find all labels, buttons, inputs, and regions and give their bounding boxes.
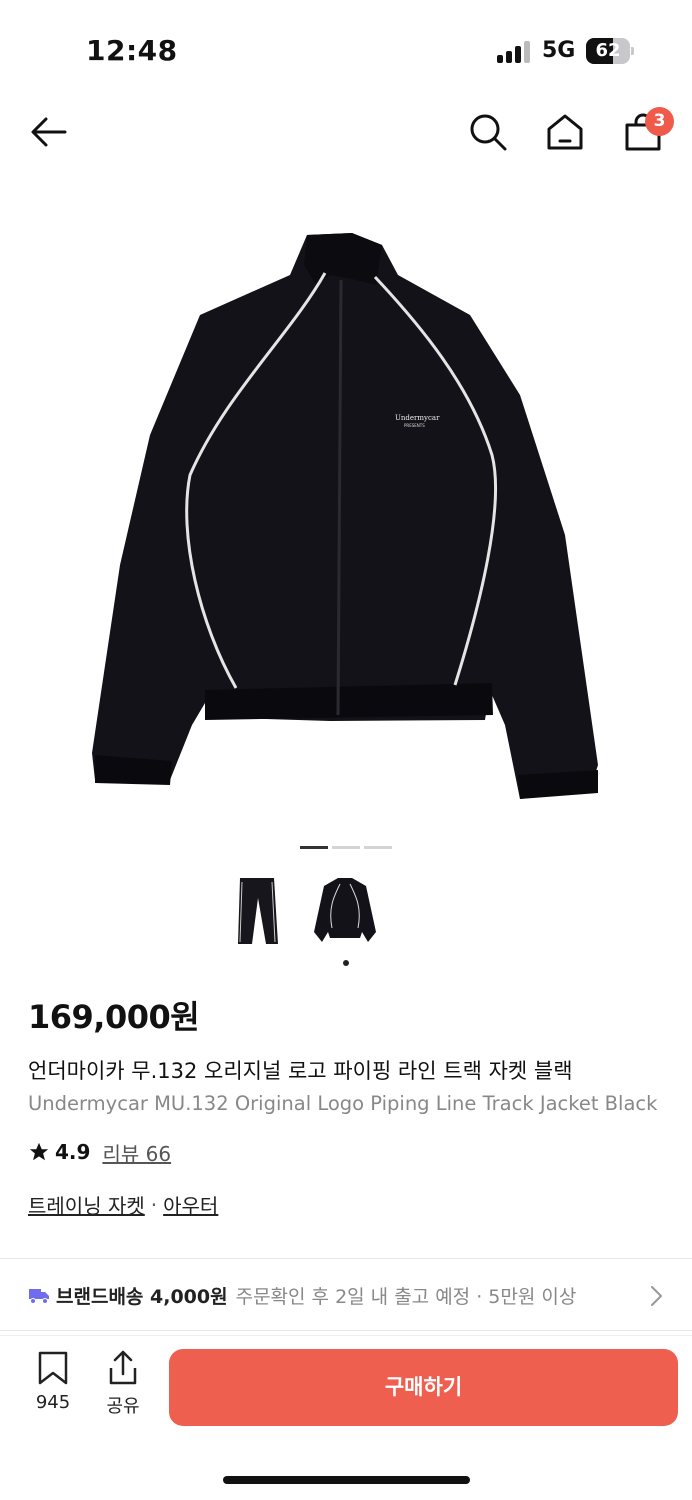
jacket-logo-text: Undermycar xyxy=(395,414,440,422)
category-breadcrumb: 트레이닝 자켓 · 아우터 xyxy=(28,1190,218,1219)
selected-thumbnail-indicator xyxy=(343,960,349,966)
carousel-dot xyxy=(364,846,392,849)
shipping-detail: 주문확인 후 2일 내 출고 예정 · 5만원 이상 xyxy=(235,1285,577,1308)
chevron-right-icon[interactable] xyxy=(648,1285,664,1307)
bookmark-icon xyxy=(38,1351,68,1385)
delivery-truck-icon xyxy=(29,1289,49,1304)
rating-score: 4.9 xyxy=(55,1140,91,1164)
product-name-korean: 언더마이카 무.132 오리지널 로고 파이핑 라인 트랙 자켓 블랙 xyxy=(28,1059,573,1083)
status-bar: 12:48 5G 62 xyxy=(0,0,692,100)
product-price: 169,000원 xyxy=(28,998,200,1036)
rating-row: 4.9 리뷰 66 xyxy=(28,1138,171,1166)
cart-count-badge: 3 xyxy=(645,107,674,136)
category-outer-link[interactable]: 아우터 xyxy=(163,1190,218,1219)
share-label: 공유 xyxy=(106,1396,140,1417)
thumbnail-track-jacket[interactable] xyxy=(310,872,380,950)
carousel-dot xyxy=(332,846,360,849)
review-count-link[interactable]: 리뷰 66 xyxy=(102,1138,171,1167)
search-icon[interactable] xyxy=(466,110,510,154)
carousel-dot xyxy=(300,846,328,849)
category-training-jacket-link[interactable]: 트레이닝 자켓 xyxy=(28,1190,145,1219)
star-icon xyxy=(29,1142,49,1161)
status-time: 12:48 xyxy=(86,34,178,67)
divider xyxy=(0,1258,692,1259)
home-indicator[interactable] xyxy=(223,1476,470,1484)
back-arrow-icon[interactable] xyxy=(27,110,71,154)
battery-percent: 62 xyxy=(595,40,621,61)
bookmark-button[interactable]: 945 xyxy=(28,1350,78,1413)
shipping-info-row[interactable]: 브랜드배송 4,000원 주문확인 후 2일 내 출고 예정 · 5만원 이상 xyxy=(28,1280,668,1310)
product-image[interactable]: Undermycar PRESENTS xyxy=(0,205,692,825)
bookmark-count: 945 xyxy=(35,1392,71,1413)
battery-icon: 62 xyxy=(586,38,634,64)
cellular-signal-icon xyxy=(497,41,531,63)
buy-button[interactable]: 구매하기 xyxy=(169,1349,678,1426)
shipping-fee: 브랜드배송 4,000원 xyxy=(56,1285,228,1308)
product-name-english: Undermycar MU.132 Original Logo Piping L… xyxy=(28,1092,658,1115)
divider xyxy=(0,1330,692,1331)
thumbnail-track-pants[interactable] xyxy=(222,872,292,950)
home-icon[interactable] xyxy=(543,110,587,154)
share-icon xyxy=(109,1350,137,1385)
network-type: 5G xyxy=(542,38,576,63)
jacket-logo-subtext: PRESENTS xyxy=(404,423,425,428)
share-button[interactable]: 공유 xyxy=(98,1350,148,1418)
category-separator: · xyxy=(150,1192,158,1217)
